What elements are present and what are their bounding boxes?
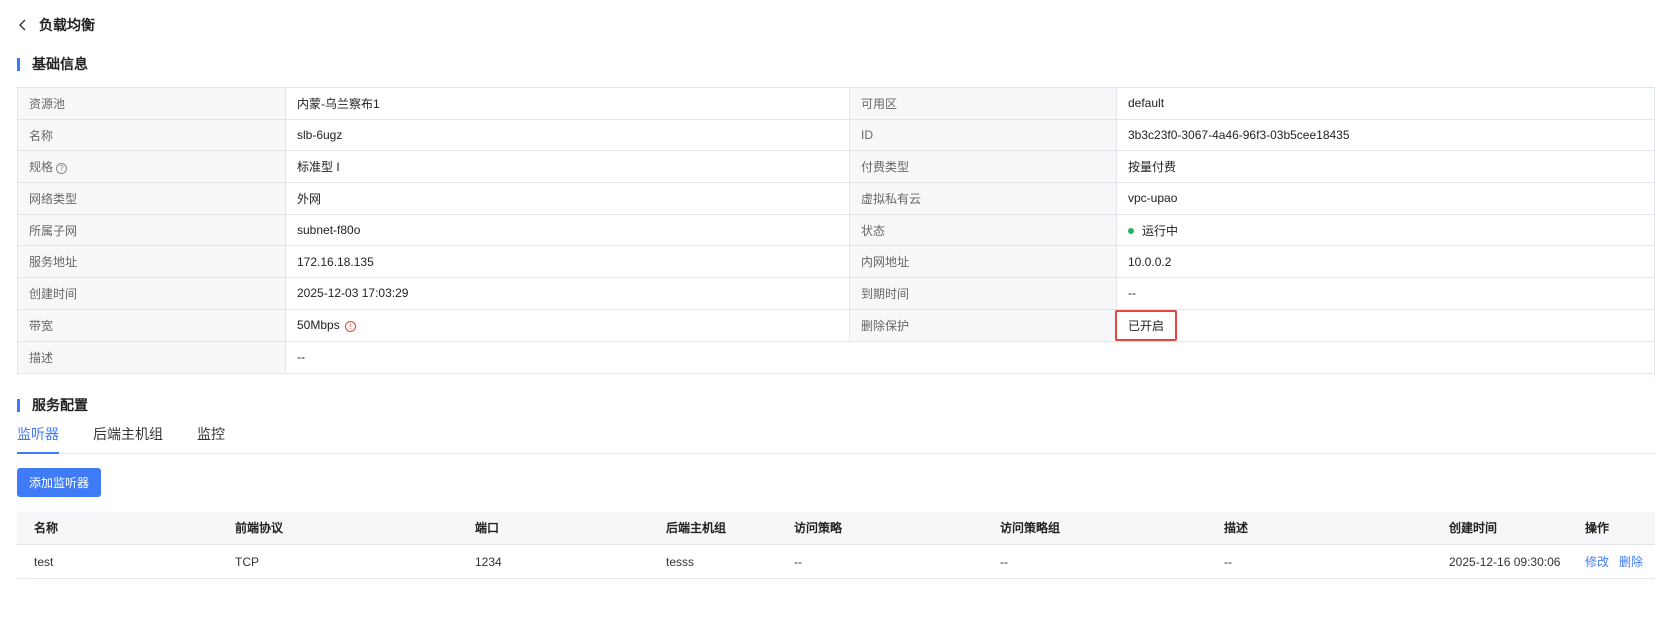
value: 按量付费: [1116, 150, 1655, 184]
status-badge: 运行中: [1142, 223, 1179, 238]
basic-info-table: 资源池 内蒙-乌兰察布1 可用区 default 名称 slb-6ugz ID 3b3c23…: [17, 87, 1655, 374]
delete-link[interactable]: 删除: [1619, 545, 1643, 579]
column-header: 操作: [1585, 521, 1610, 535]
value: slb-6ugz: [285, 118, 850, 152]
label: 到期时间: [849, 277, 1117, 310]
value: subnet-f80o: [285, 213, 850, 247]
value: 外网: [285, 182, 850, 215]
column-header: 访问策略: [794, 521, 843, 535]
label: 资源池: [17, 87, 286, 120]
label: 创建时间: [17, 277, 286, 310]
value: 172.16.18.135: [285, 245, 850, 279]
edit-link[interactable]: 修改: [1585, 545, 1609, 579]
cell-created: 2025-12-16 09:30:06: [1449, 555, 1561, 569]
label: 付费类型: [849, 150, 1117, 184]
table-header: 名称 前端协议 端口 后端主机组 访问策略 访问策略组 描述 创建时间 操作: [17, 512, 1655, 545]
column-header: 描述: [1224, 521, 1249, 535]
tab-backend-groups[interactable]: 后端主机组: [93, 424, 163, 454]
label: ID: [849, 118, 1117, 152]
cell-protocol: TCP: [235, 555, 259, 569]
column-header: 访问策略组: [1000, 521, 1061, 535]
value: --: [1116, 277, 1655, 310]
column-header: 端口: [475, 521, 500, 535]
value: 3b3c23f0-3067-4a46-96f3-03b5cee18435: [1116, 118, 1655, 152]
label: 虚拟私有云: [849, 182, 1117, 215]
bandwidth-value: 50Mbps!: [285, 308, 850, 342]
label: 内网地址: [849, 245, 1117, 279]
value: --: [285, 340, 1655, 374]
back-button[interactable]: 负载均衡: [17, 15, 95, 35]
cell-policy: --: [794, 555, 802, 569]
column-header: 后端主机组: [666, 521, 727, 535]
tab-listeners[interactable]: 监听器: [17, 424, 59, 454]
value: 50Mbps: [297, 318, 340, 333]
help-icon[interactable]: ?: [56, 162, 68, 174]
label: 删除保护: [849, 308, 1117, 342]
value: 标准型 I: [285, 150, 850, 184]
cell-name: test: [34, 555, 54, 569]
status-value: 运行中: [1116, 213, 1655, 247]
label: 可用区: [849, 87, 1117, 120]
label-spec: 规格?: [17, 150, 286, 184]
label: 状态: [849, 213, 1117, 247]
value: 2025-12-03 17:03:29: [285, 277, 850, 310]
column-header: 名称: [34, 521, 59, 535]
label: 带宽: [17, 308, 286, 342]
delete-protection-value: 已开启: [1115, 308, 1655, 342]
chevron-left-icon: [19, 19, 26, 31]
listener-table: 名称 前端协议 端口 后端主机组 访问策略 访问策略组 描述 创建时间 操作 t…: [17, 512, 1655, 579]
cell-policy-group: --: [1000, 555, 1008, 569]
label: 名称: [17, 118, 286, 152]
value: 内蒙-乌兰察布1: [285, 87, 850, 120]
column-header: 创建时间: [1449, 521, 1498, 535]
value: 10.0.0.2: [1116, 245, 1655, 279]
label: 规格: [29, 160, 54, 175]
table-row: test TCP 1234 tesss -- -- -- 2025-12-16 …: [17, 545, 1655, 579]
section-title-basic: 基础信息: [17, 54, 88, 74]
highlighted-value: 已开启: [1115, 309, 1178, 341]
value: vpc-upao: [1116, 182, 1655, 215]
cell-description: --: [1224, 555, 1232, 569]
label: 所属子网: [17, 213, 286, 247]
tab-monitoring[interactable]: 监控: [197, 424, 225, 454]
label: 服务地址: [17, 245, 286, 279]
service-tabs: 监听器 后端主机组 监控: [17, 424, 1655, 454]
add-listener-button[interactable]: 添加监听器: [17, 468, 101, 497]
section-title-service: 服务配置: [17, 395, 88, 415]
cell-port: 1234: [475, 555, 502, 569]
label: 描述: [17, 340, 286, 374]
label: 网络类型: [17, 182, 286, 215]
value: default: [1116, 87, 1655, 120]
status-dot-icon: [1128, 228, 1134, 235]
cell-backend-group: tesss: [666, 555, 695, 569]
column-header: 前端协议: [235, 521, 284, 535]
page-title: 负载均衡: [39, 17, 95, 33]
info-warning-icon[interactable]: !: [344, 320, 356, 332]
